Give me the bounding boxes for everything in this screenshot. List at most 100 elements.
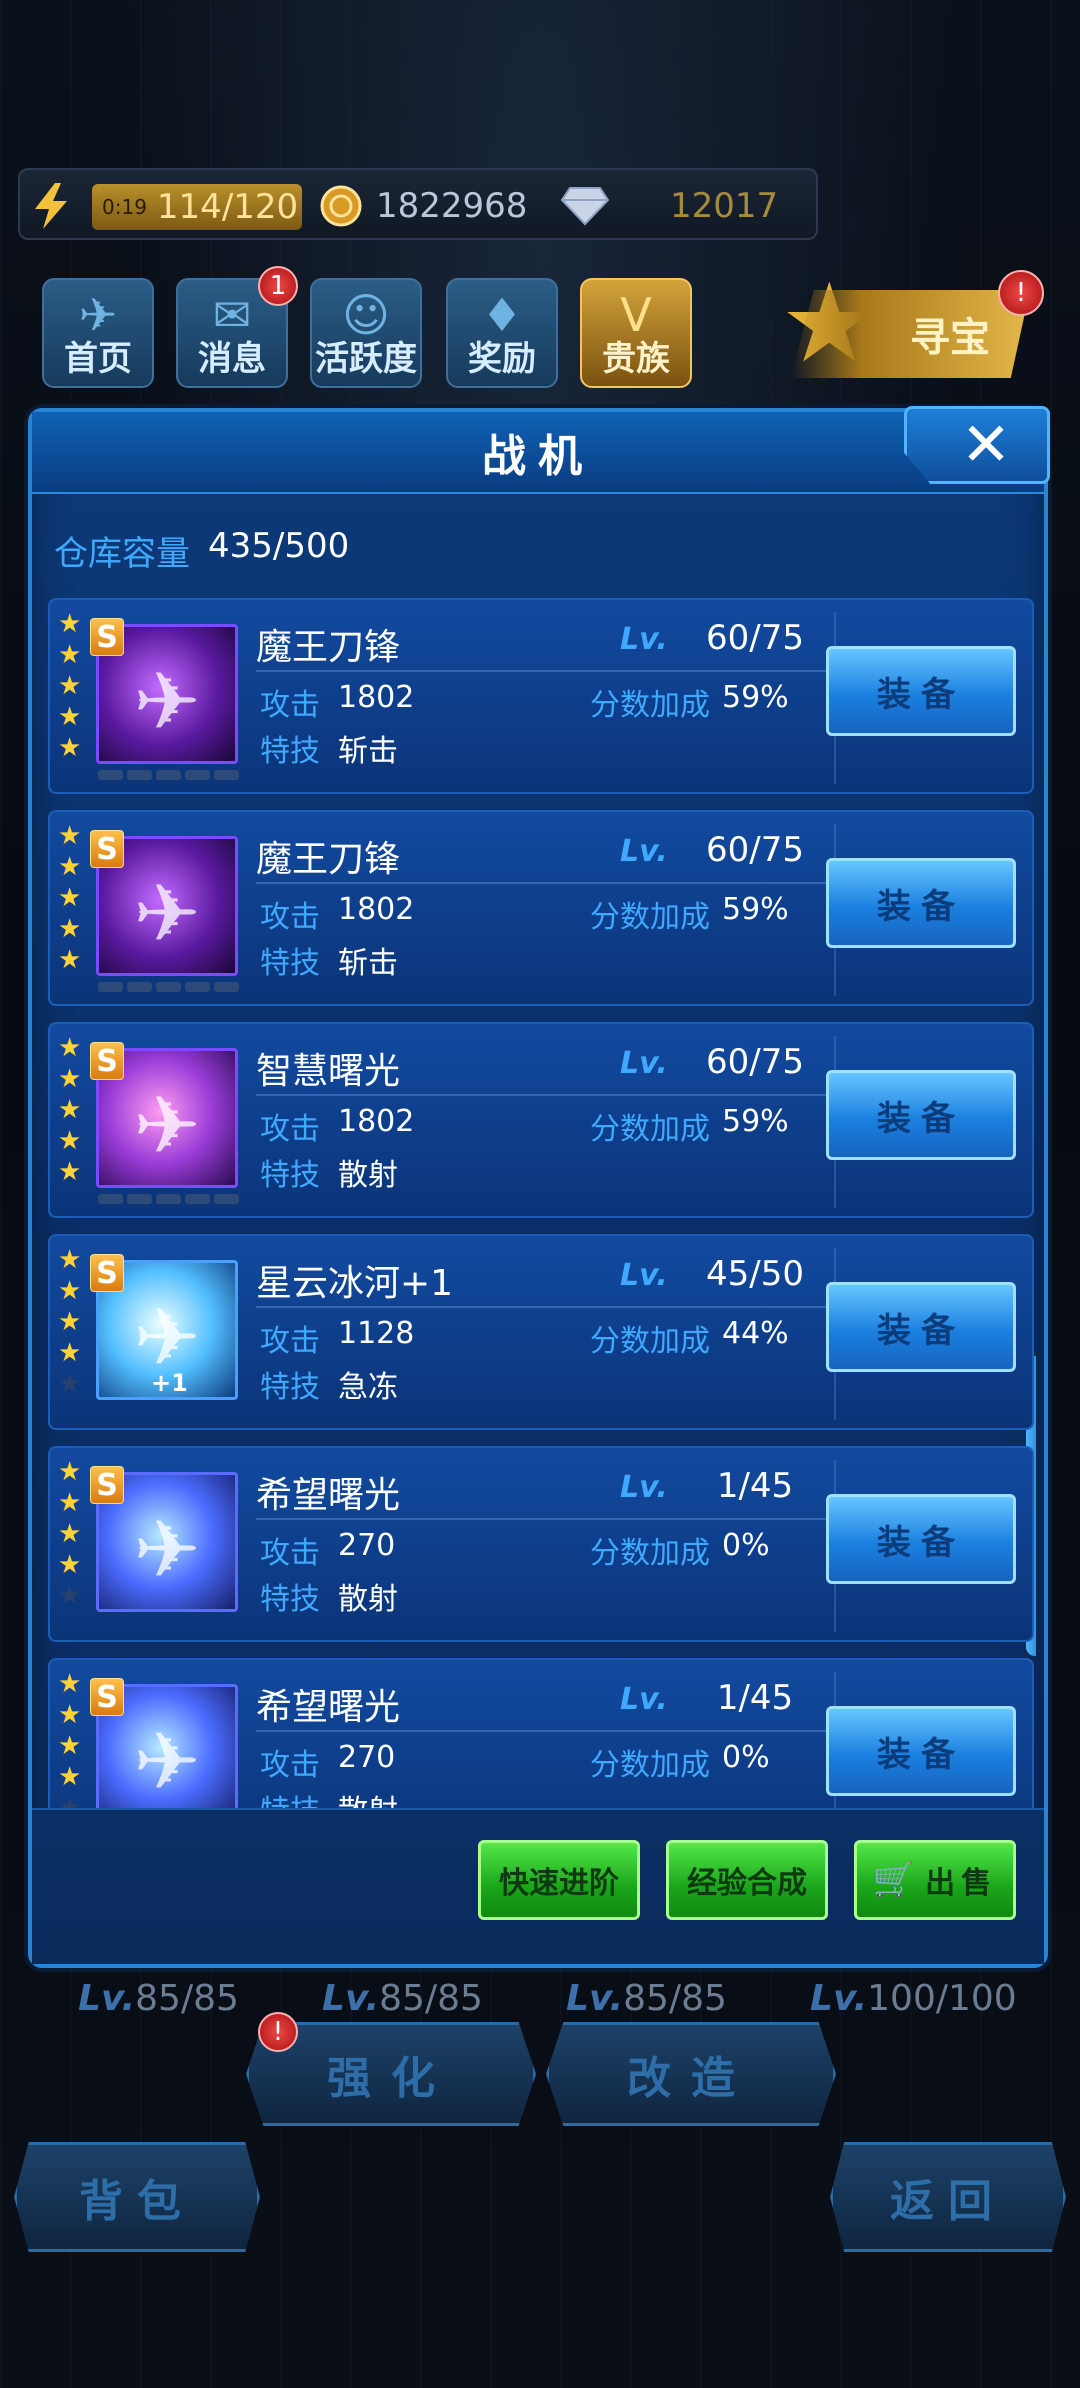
upgrade-slots (98, 770, 239, 780)
close-button[interactable]: ✕ (904, 406, 1050, 484)
panel-title: 战机 (482, 431, 594, 482)
grade-badge: S (90, 1254, 124, 1292)
capacity-label: 仓库容量 (54, 534, 190, 574)
nav-activity-label: 活跃度 (315, 339, 417, 379)
level-value: 85/85 (379, 1978, 483, 2019)
fighter-level: 1/45 (716, 1466, 794, 1506)
skill-label: 特技 (260, 1158, 320, 1193)
star-icon: ★ (58, 640, 82, 670)
bonus-label: 分数加成 (590, 688, 710, 723)
energy-box: 0:19 114/120 (92, 184, 302, 230)
star-icon: ★ (58, 945, 82, 975)
lv-prefix: Lv. (810, 1978, 868, 2019)
bag-label: 背包 (79, 2176, 195, 2227)
attack-label: 攻击 (260, 1536, 320, 1571)
quick-advance-label: 快速进阶 (499, 1866, 619, 1901)
fighter-level: 1/45 (716, 1678, 794, 1718)
divider (256, 882, 836, 884)
skill-row: 特技 斩击 (260, 938, 398, 982)
exp-merge-button[interactable]: 经验合成 (666, 1840, 828, 1920)
level-readout-3: Lv.85/85 (566, 1978, 727, 2019)
nav-noble-label: 贵族 (602, 339, 670, 379)
star-icon: ★ (58, 1369, 82, 1399)
treasure-badge: ! (998, 270, 1044, 316)
star-icon: ★ (58, 883, 82, 913)
divider (256, 1306, 836, 1308)
level-prefix: Lv. (620, 1046, 668, 1081)
capacity-value: 435/500 (208, 526, 350, 566)
attack-row: 攻击 1802 (260, 1104, 414, 1148)
fighter-list[interactable]: ★ ★ ★ ★ ★ S ✈ 魔王刀锋 Lv. 60/75 攻击 1802 分数加成 59% … (48, 596, 1036, 1810)
treasure-label: 寻宝 (910, 315, 990, 361)
equip-button[interactable]: 装备 (826, 1282, 1016, 1372)
equip-button[interactable]: 装备 (826, 1070, 1016, 1160)
fighter-level: 60/75 (706, 618, 804, 658)
bonus-row: 分数加成 59% (590, 680, 789, 724)
skill-label: 特技 (260, 1786, 320, 1810)
diamond-value: 12017 (670, 186, 779, 226)
star-icon: ★ (58, 702, 82, 732)
attack-label: 攻击 (260, 1324, 320, 1359)
star-icon: ★ (58, 914, 82, 944)
grade-badge: S (90, 1678, 124, 1716)
level-value: 85/85 (623, 1978, 727, 2019)
treasure-button[interactable]: 寻宝 (790, 290, 1030, 378)
grade-badge: S (90, 1042, 124, 1080)
sell-button[interactable]: 🛒 出售 (854, 1840, 1016, 1920)
skill-label: 特技 (260, 734, 320, 769)
equip-button[interactable]: 装备 (826, 646, 1016, 736)
equip-button[interactable]: 装备 (826, 1706, 1016, 1796)
skill-row: 特技 急冻 (260, 1362, 398, 1406)
skill-value: 散射 (338, 1158, 398, 1193)
attack-row: 攻击 270 (260, 1740, 395, 1784)
fighter-card: ★ ★ ★ ★ ★ S ✈ 魔王刀锋 Lv. 60/75 攻击 1802 分数加成 59% … (48, 810, 1034, 1006)
back-label: 返回 (890, 2176, 1006, 2227)
attack-value: 270 (338, 1740, 396, 1775)
nav-noble-button[interactable]: V 贵族 (580, 278, 692, 388)
star-rating: ★ ★ ★ ★ ★ (58, 1034, 81, 1187)
nav-activity-button[interactable]: ☺ 活跃度 (310, 278, 422, 388)
bag-button[interactable]: 背包 (14, 2142, 260, 2252)
equip-button[interactable]: 装备 (826, 858, 1016, 948)
fighter-panel: 战机 ✕ 仓库容量 435/500 ★ ★ ★ ★ ★ S ✈ 魔王刀锋 Lv. 60/… (28, 406, 1050, 1968)
star-icon: ★ (58, 1581, 82, 1611)
modify-label: 改造 (627, 2053, 755, 2104)
bonus-row: 分数加成 0% (590, 1528, 770, 1572)
equip-button[interactable]: 装备 (826, 1494, 1016, 1584)
divider (256, 1518, 836, 1520)
back-button[interactable]: 返回 (830, 2142, 1066, 2252)
fighter-card: ★★★★★ S ✈ 希望曙光 Lv. 1/45 攻击 270 分数加成 0% 特技散… (48, 1658, 1034, 1810)
fighter-name: 星云冰河+1 (256, 1263, 454, 1304)
nav-reward-button[interactable]: ♦ 奖励 (446, 278, 558, 388)
quick-advance-button[interactable]: 快速进阶 (478, 1840, 640, 1920)
grade-badge: S (90, 830, 124, 868)
fighter-ship-icon: ✈ (133, 1079, 201, 1172)
attack-row: 攻击 270 (260, 1528, 395, 1572)
star-icon: ★ (58, 1033, 82, 1063)
modify-button[interactable]: 改造 (546, 2022, 836, 2126)
level-readout-4: Lv.100/100 (810, 1978, 1017, 2019)
grade-badge: S (90, 618, 124, 656)
nav-home-button[interactable]: ✈ 首页 (42, 278, 154, 388)
star-icon: ★ (58, 1457, 82, 1487)
bonus-label: 分数加成 (590, 1324, 710, 1359)
fighter-ship-icon: ✈ (133, 655, 201, 748)
star-icon: ★ (58, 1276, 82, 1306)
star-icon: ★ (58, 1700, 82, 1730)
exp-merge-label: 经验合成 (687, 1866, 807, 1901)
plus-badge: +1 (151, 1369, 188, 1397)
star-rating: ★ ★ ★ ★ ★ (58, 1246, 81, 1399)
star-icon: ★ (58, 1095, 82, 1125)
diamond-icon (560, 181, 610, 231)
upgrade-slots (98, 982, 239, 992)
attack-row: 攻击 1802 (260, 680, 414, 724)
equip-label: 装备 (877, 674, 965, 715)
nav-message-button[interactable]: ✉ 消息 1 (176, 266, 298, 388)
attack-value: 270 (338, 1528, 396, 1563)
level-prefix: Lv. (620, 1470, 668, 1505)
level-prefix: Lv. (620, 622, 668, 657)
equip-label: 装备 (877, 1522, 965, 1563)
equip-label: 装备 (877, 1310, 965, 1351)
bonus-row: 分数加成 44% (590, 1316, 789, 1360)
skill-label: 特技 (260, 1370, 320, 1405)
